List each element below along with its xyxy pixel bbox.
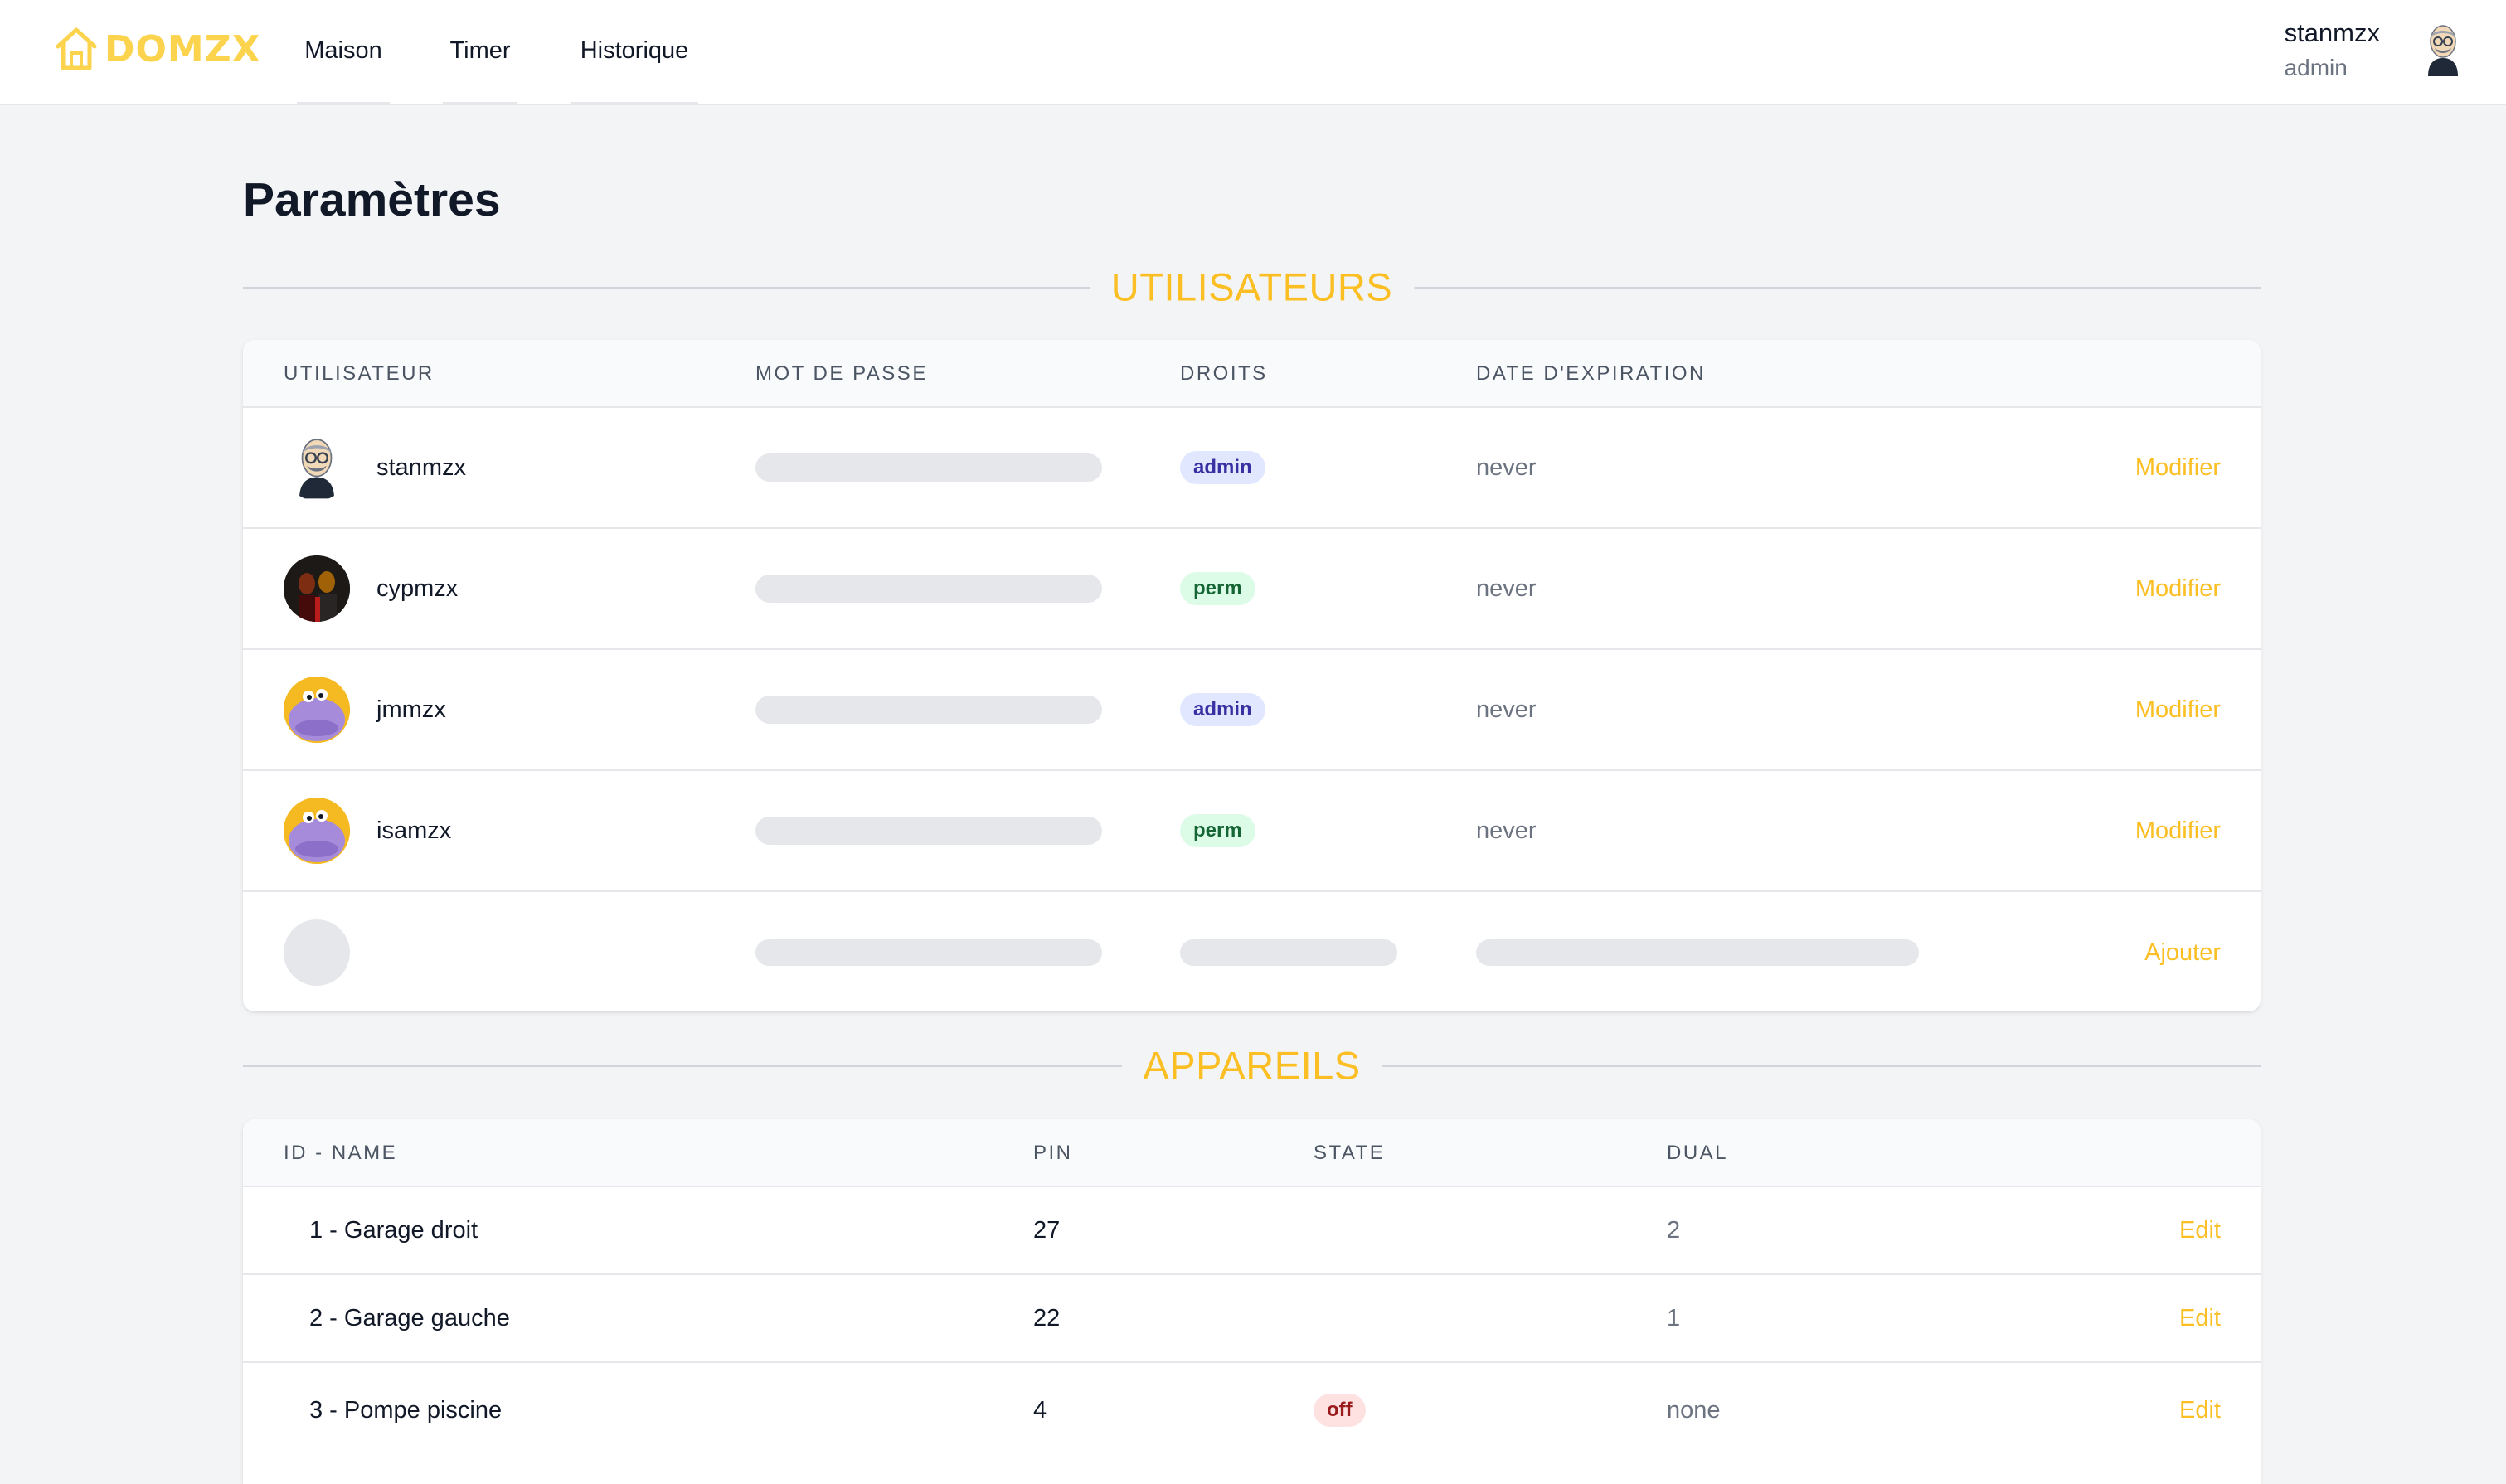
devices-section-divider: APPAREILS bbox=[243, 1040, 2261, 1090]
modify-button[interactable]: Modifier bbox=[2135, 771, 2221, 890]
rights-cell: admin bbox=[1180, 650, 1265, 769]
column-header-pin: PIN bbox=[1033, 1142, 1073, 1164]
users-section-divider: UTILISATEURS bbox=[243, 262, 2261, 312]
password-masked-bar bbox=[755, 453, 1102, 482]
rights-cell: perm bbox=[1180, 771, 1255, 890]
rights-badge: admin bbox=[1180, 693, 1265, 726]
column-header-password: MOT DE PASSE bbox=[755, 362, 928, 385]
rights-badge: perm bbox=[1180, 814, 1255, 847]
device-state: off bbox=[1314, 1363, 1366, 1457]
rights-cell: perm bbox=[1180, 529, 1255, 648]
edit-button[interactable]: Edit bbox=[2179, 1275, 2221, 1361]
device-name: 1 - Garage droit bbox=[309, 1216, 478, 1244]
modify-button[interactable]: Modifier bbox=[2135, 408, 2221, 527]
table-row: 2 - Garage gauche 22 1 Edit bbox=[243, 1275, 2261, 1363]
user-cell: cypmzx bbox=[284, 529, 458, 648]
expiration-cell: never bbox=[1476, 817, 1537, 844]
expiration-cell: never bbox=[1476, 453, 1537, 481]
rights-badge: admin bbox=[1180, 451, 1265, 484]
cartoon-man-avatar bbox=[284, 434, 350, 501]
avatar-cartoon-icon[interactable] bbox=[2423, 23, 2463, 80]
device-dual: 2 bbox=[1667, 1216, 1681, 1244]
user-name: stanmzx bbox=[376, 453, 466, 481]
house-icon bbox=[53, 25, 100, 73]
expiration-cell: never bbox=[1476, 696, 1537, 723]
table-row: jmmzx admin never Modifier bbox=[243, 650, 2261, 771]
password-cell bbox=[755, 650, 1102, 769]
modify-button[interactable]: Modifier bbox=[2135, 650, 2221, 769]
password-cell bbox=[755, 529, 1102, 648]
column-header-rights: DROITS bbox=[1180, 362, 1268, 385]
column-header-dual: DUAL bbox=[1667, 1142, 1729, 1164]
device-pin: 27 bbox=[1033, 1216, 1061, 1244]
password-placeholder bbox=[755, 939, 1102, 966]
user-cell: jmmzx bbox=[284, 650, 446, 769]
user-name: isamzx bbox=[376, 817, 452, 844]
edit-button[interactable]: Edit bbox=[2179, 1187, 2221, 1273]
user-name: jmmzx bbox=[376, 696, 446, 723]
top-navbar: DOMZX Maison Timer Historique stanmzx ad… bbox=[0, 0, 2506, 105]
nav-historique[interactable]: Historique bbox=[571, 0, 698, 105]
devices-table-header: ID - NAME PIN STATE DUAL bbox=[243, 1119, 2261, 1187]
user-cell bbox=[284, 892, 350, 1011]
current-user-role: admin bbox=[2284, 55, 2348, 80]
user-name: cypmzx bbox=[376, 575, 459, 602]
password-masked-bar bbox=[755, 817, 1102, 845]
page-title: Paramètres bbox=[243, 173, 501, 226]
add-user-row: Ajouter bbox=[243, 892, 2261, 1011]
device-name: 3 - Pompe piscine bbox=[309, 1396, 503, 1423]
column-header-expiration: DATE D'EXPIRATION bbox=[1476, 362, 1706, 385]
edit-button[interactable]: Edit bbox=[2179, 1363, 2221, 1457]
avatar-placeholder bbox=[284, 919, 350, 986]
current-user-info[interactable]: stanmzx admin bbox=[2285, 18, 2380, 81]
table-row: isamzx perm never Modifier bbox=[243, 771, 2261, 892]
device-dual: none bbox=[1667, 1396, 1721, 1423]
purple-creature-avatar bbox=[284, 677, 350, 743]
current-user-name: stanmzx bbox=[2284, 18, 2380, 47]
users-section-title: UTILISATEURS bbox=[1089, 264, 1415, 310]
device-pin: 4 bbox=[1033, 1396, 1047, 1423]
column-header-id-name: ID - NAME bbox=[284, 1142, 398, 1164]
nav-timer[interactable]: Timer bbox=[443, 0, 517, 105]
modify-button[interactable]: Modifier bbox=[2135, 529, 2221, 648]
password-cell bbox=[755, 771, 1102, 890]
column-header-state: STATE bbox=[1314, 1142, 1386, 1164]
rights-placeholder bbox=[1180, 939, 1397, 966]
state-badge: off bbox=[1314, 1394, 1366, 1427]
users-table-header: UTILISATEUR MOT DE PASSE DROITS DATE D'E… bbox=[243, 340, 2261, 408]
column-header-user: UTILISATEUR bbox=[284, 362, 435, 385]
rights-cell bbox=[1180, 892, 1397, 1011]
password-masked-bar bbox=[755, 696, 1102, 724]
password-masked-bar bbox=[755, 575, 1102, 603]
purple-creature-avatar bbox=[284, 798, 350, 864]
rights-cell: admin bbox=[1180, 408, 1265, 527]
devices-section-title: APPAREILS bbox=[1121, 1042, 1382, 1089]
add-user-button[interactable]: Ajouter bbox=[2144, 892, 2221, 1011]
password-cell bbox=[755, 892, 1102, 1011]
brand-name: DOMZX bbox=[104, 27, 261, 70]
devices-table: ID - NAME PIN STATE DUAL 1 - Garage droi… bbox=[243, 1119, 2261, 1484]
photo-avatar bbox=[284, 555, 350, 622]
table-row: cypmzx perm never Modifier bbox=[243, 529, 2261, 650]
expiration-placeholder bbox=[1476, 939, 1919, 966]
brand-logo[interactable]: DOMZX bbox=[53, 25, 261, 73]
table-row: stanmzx admin never Modifier bbox=[243, 408, 2261, 529]
expiration-cell: never bbox=[1476, 575, 1537, 602]
rights-badge: perm bbox=[1180, 572, 1255, 605]
user-cell: stanmzx bbox=[284, 408, 466, 527]
user-cell: isamzx bbox=[284, 771, 451, 890]
nav-maison[interactable]: Maison bbox=[297, 0, 390, 105]
expiration-cell bbox=[1476, 892, 1919, 1011]
table-row: 3 - Pompe piscine 4 off none Edit bbox=[243, 1363, 2261, 1457]
device-dual: 1 bbox=[1667, 1304, 1681, 1331]
device-name: 2 - Garage gauche bbox=[309, 1304, 510, 1331]
table-row: 1 - Garage droit 27 2 Edit bbox=[243, 1187, 2261, 1275]
password-cell bbox=[755, 408, 1102, 527]
device-pin: 22 bbox=[1033, 1304, 1061, 1331]
users-table: UTILISATEUR MOT DE PASSE DROITS DATE D'E… bbox=[243, 340, 2261, 1011]
